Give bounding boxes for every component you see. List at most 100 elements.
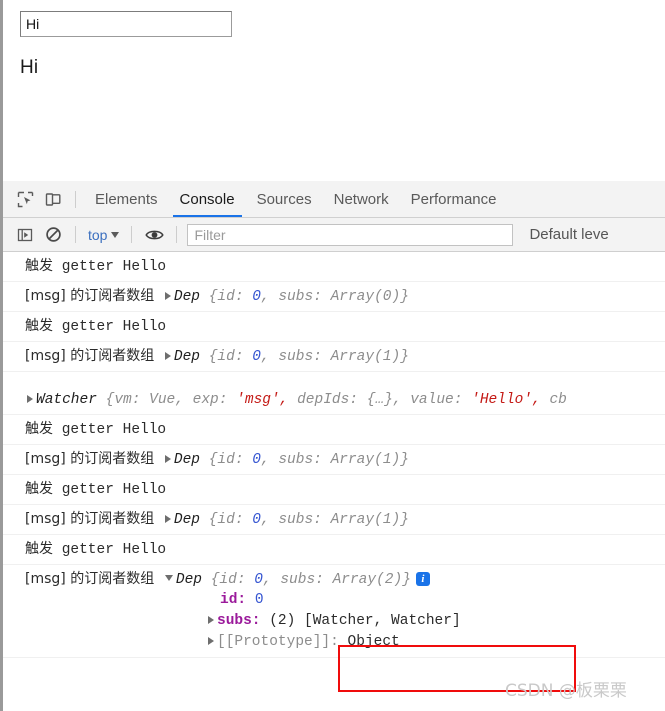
device-toolbar-glyph — [45, 192, 60, 206]
sidebar-toggle-glyph — [17, 228, 33, 241]
obj-val-id: 0 — [252, 349, 261, 365]
console-message-row: [msg] 的订阅者数组 Dep {id: 0, subs: Array(1)} — [3, 342, 665, 372]
obj-key-subs: subs: — [278, 512, 322, 528]
filterbar-divider-2 — [131, 226, 133, 243]
console-filter-input[interactable] — [187, 223, 514, 246]
obj-val-subs: Array(0) — [330, 289, 401, 305]
property-key: subs: — [217, 613, 261, 629]
obj-separator: , — [260, 452, 270, 468]
obj-close-brace: } — [400, 512, 409, 528]
log-text-en: getter Hello — [61, 422, 167, 438]
obj-key-value: value: — [410, 392, 463, 408]
inspect-element-glyph — [17, 191, 33, 207]
obj-val-id: 0 — [252, 289, 261, 305]
obj-val-depids: {…}, — [366, 392, 402, 408]
obj-val-subs: Array(1) — [330, 512, 401, 528]
expand-arrow-icon[interactable] — [164, 514, 171, 523]
console-filter-bar: top Default leve — [3, 218, 665, 252]
console-message-row: 触发 getter Hello — [3, 475, 665, 505]
tab-performance[interactable]: Performance — [400, 181, 508, 217]
clear-console-icon[interactable] — [39, 222, 67, 248]
property-value: Object — [347, 634, 400, 650]
obj-key-cb: cb — [549, 392, 567, 408]
log-text-cn: [msg] 的订阅者数组 — [25, 511, 155, 527]
object-name: Dep — [175, 572, 203, 588]
devtools-screenshot: Hi Elements Console Sources Network — [0, 0, 665, 711]
collapse-arrow-icon[interactable] — [164, 575, 173, 582]
expand-arrow-icon[interactable] — [208, 615, 214, 624]
console-blank-row — [3, 372, 665, 386]
obj-key-vm: vm: — [114, 392, 141, 408]
object-name: Watcher — [36, 392, 97, 408]
obj-val-id: 0 — [252, 452, 261, 468]
obj-separator: , — [260, 512, 270, 528]
console-message-row: 触发 getter Hello — [3, 312, 665, 342]
console-message-row: [msg] 的订阅者数组 Dep {id: 0, subs: Array(1)} — [3, 445, 665, 475]
devtools-tabstrip: Elements Console Sources Network Perform… — [3, 181, 665, 218]
log-text-cn: 触发 — [25, 318, 53, 334]
obj-separator: , — [260, 349, 270, 365]
obj-close-brace: } — [400, 349, 409, 365]
live-expression-eye-icon[interactable] — [140, 222, 168, 248]
device-toolbar-icon[interactable] — [39, 186, 67, 212]
execution-context-select[interactable]: top — [84, 227, 123, 243]
property-key: [[Prototype]]: — [217, 634, 339, 650]
tab-console[interactable]: Console — [169, 181, 246, 217]
obj-close-brace: } — [400, 289, 409, 305]
console-message-row: 触发 getter Hello — [3, 415, 665, 445]
obj-val-subs: Array(1) — [330, 349, 401, 365]
expand-arrow-icon[interactable] — [164, 351, 171, 360]
object-name: Dep — [173, 289, 201, 305]
console-message-list[interactable]: 触发 getter Hello [msg] 的订阅者数组 Dep {id: 0,… — [3, 252, 665, 709]
obj-val-subs: Array(1) — [330, 452, 401, 468]
obj-key-id: id: — [217, 452, 244, 468]
property-value: 0 — [254, 592, 264, 608]
obj-val-subs: Array(2) — [332, 572, 403, 588]
obj-separator: , — [262, 572, 272, 588]
obj-val-id: 0 — [252, 512, 261, 528]
toolbar-divider — [75, 190, 76, 208]
property-value: (2) [Watcher, Watcher] — [269, 613, 461, 629]
log-text-cn: [msg] 的订阅者数组 — [25, 451, 155, 467]
expand-arrow-icon[interactable] — [208, 636, 214, 645]
message-input[interactable] — [20, 11, 232, 37]
log-text-en: getter Hello — [61, 482, 167, 498]
sidebar-toggle-icon[interactable] — [11, 222, 39, 248]
expand-arrow-icon[interactable] — [164, 291, 171, 300]
console-message-row: 触发 getter Hello — [3, 252, 665, 282]
log-text-en: getter Hello — [61, 259, 167, 275]
log-text-cn: 触发 — [25, 481, 53, 497]
object-name: Dep — [173, 452, 201, 468]
obj-key-id: id: — [217, 349, 244, 365]
obj-key-id: id: — [217, 289, 244, 305]
obj-key-subs: subs: — [280, 572, 324, 588]
tab-elements[interactable]: Elements — [84, 181, 169, 217]
log-text-cn: [msg] 的订阅者数组 — [25, 571, 155, 587]
obj-key-id: id: — [217, 512, 244, 528]
tab-sources[interactable]: Sources — [246, 181, 323, 217]
page-viewport: Hi — [0, 0, 665, 181]
property-key: id: — [220, 592, 247, 608]
obj-separator: , — [260, 289, 270, 305]
rendered-message-text: Hi — [20, 57, 39, 78]
expand-arrow-icon[interactable] — [27, 394, 33, 403]
inspect-element-icon[interactable] — [11, 186, 39, 212]
obj-key-exp: exp: — [192, 392, 228, 408]
object-property-subs: subs: (2) [Watcher, Watcher] — [25, 611, 665, 632]
console-message-row: [msg] 的订阅者数组 Dep {id: 0, subs: Array(0)} — [3, 282, 665, 312]
chevron-down-icon — [111, 231, 120, 238]
console-message-row-watcher: Watcher {vm: Vue, exp: 'msg', depIds: {…… — [3, 386, 665, 415]
obj-key-depids: depIds: — [297, 392, 359, 408]
expand-arrow-icon[interactable] — [164, 454, 171, 463]
devtools-panel: Elements Console Sources Network Perform… — [0, 181, 665, 711]
log-level-select[interactable]: Default leve — [529, 226, 608, 243]
eye-glyph — [145, 230, 164, 239]
obj-val-value: 'Hello', — [471, 392, 541, 408]
filterbar-divider-1 — [75, 226, 76, 243]
console-message-row: [msg] 的订阅者数组 Dep {id: 0, subs: Array(1)} — [3, 505, 665, 535]
info-badge-icon[interactable]: i — [415, 572, 430, 587]
console-message-row: 触发 getter Hello — [3, 535, 665, 565]
log-text-en: getter Hello — [61, 319, 167, 335]
console-message-row-expanded: [msg] 的订阅者数组 Dep {id: 0, subs: Array(2)}… — [3, 565, 665, 658]
tab-network[interactable]: Network — [323, 181, 400, 217]
